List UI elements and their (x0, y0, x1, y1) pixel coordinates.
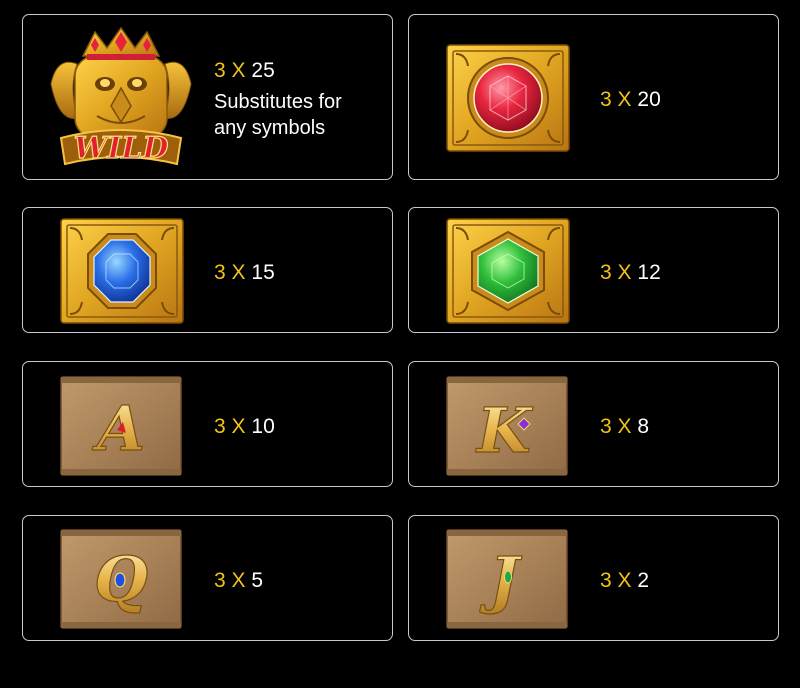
payout-value: 10 (251, 415, 275, 438)
paytable-card-letter-q: Q 3 X 5 (22, 515, 393, 641)
paytable-card-sapphire: 3 X 15 (22, 207, 393, 333)
payout-value: 15 (251, 261, 275, 284)
red-ruby-gem-icon (446, 44, 570, 152)
wild-description-line-2: any symbols (214, 117, 326, 139)
paytable-card-letter-j: J 3 X 2 (408, 515, 779, 641)
symbol-count: 3 (600, 415, 612, 438)
multiply-sign: X (617, 88, 632, 111)
wild-description-line-1: Substitutes for (214, 91, 342, 113)
payout-text: 3 X 15 (214, 262, 275, 283)
symbol-count: 3 (214, 415, 226, 438)
multiply-sign: X (231, 569, 246, 592)
payout-value: 5 (251, 569, 264, 592)
multiply-sign: X (617, 261, 632, 284)
symbol-count: 3 (214, 59, 226, 82)
letter-a-icon: A (60, 376, 182, 476)
multiply-sign: X (231, 261, 246, 284)
multiply-sign: X (231, 415, 246, 438)
green-emerald-gem-icon (446, 218, 570, 324)
payout-text: 3 X 12 (600, 262, 661, 283)
letter-k-icon: K (446, 376, 568, 476)
letter-k-glyph: K (475, 394, 533, 467)
paytable-card-ruby: 3 X 20 (408, 14, 779, 180)
symbol-count: 3 (600, 88, 612, 111)
payout-value: 20 (637, 88, 661, 111)
blue-sapphire-gem-icon (60, 218, 184, 324)
payout-value: 12 (637, 261, 661, 284)
payout-text: 3 X 5 (214, 570, 263, 591)
payout-text: 3 X 25 (214, 60, 275, 81)
symbol-count: 3 (600, 261, 612, 284)
symbol-count: 3 (600, 569, 612, 592)
payout-value: 2 (637, 569, 650, 592)
payout-text: 3 X 20 (600, 89, 661, 110)
symbol-count: 3 (214, 261, 226, 284)
payout-value: 25 (251, 59, 275, 82)
paytable-card-emerald: 3 X 12 (408, 207, 779, 333)
paytable-card-wild: WILD 3 X 25 Substitutes for any symbols (22, 14, 393, 180)
symbol-count: 3 (214, 569, 226, 592)
payout-text: 3 X 2 (600, 570, 649, 591)
payout-value: 8 (637, 415, 650, 438)
payout-text: 3 X 8 (600, 416, 649, 437)
multiply-sign: X (617, 569, 632, 592)
multiply-sign: X (231, 59, 246, 82)
wild-garuda-icon: WILD (50, 26, 192, 166)
letter-q-icon: Q (60, 529, 182, 629)
wild-description: Substitutes for any symbols (214, 89, 342, 141)
letter-j-icon: J (446, 529, 568, 629)
paytable-card-letter-a: A 3 X 10 (22, 361, 393, 487)
payout-text: 3 X 10 (214, 416, 275, 437)
multiply-sign: X (617, 415, 632, 438)
wild-label: WILD (74, 131, 169, 166)
paytable-card-letter-k: K 3 X 8 (408, 361, 779, 487)
